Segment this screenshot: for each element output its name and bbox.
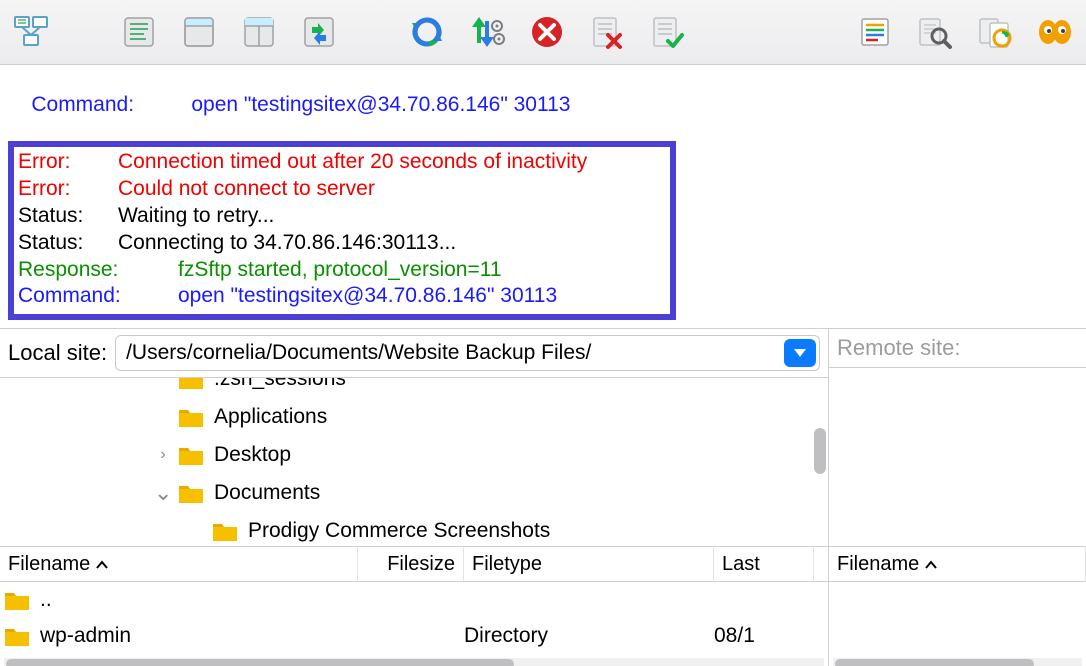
column-header[interactable]: Filename (829, 547, 1086, 581)
search-icon[interactable] (914, 11, 956, 53)
log-line: Command:open "testingsitex@34.70.86.146"… (18, 283, 666, 310)
local-pane: Local site: .zsh_sessions Applications › De… (0, 329, 829, 666)
toolbar (0, 0, 1086, 65)
folder-icon (212, 520, 238, 542)
toggle-queue-icon[interactable] (298, 11, 340, 53)
sort-asc-icon (925, 553, 937, 576)
log-line: Error:Could not connect to server (18, 176, 666, 203)
remote-list-header: Filename (829, 547, 1086, 582)
h-scrollbar[interactable] (833, 658, 1082, 666)
message-log: Command:open "testingsitex@34.70.86.146"… (0, 65, 1086, 328)
tree-item[interactable]: ⌄ Documents (0, 474, 828, 512)
tree-item[interactable]: Prodigy Commerce Screenshots (0, 512, 828, 547)
sort-asc-icon (96, 553, 108, 576)
log-highlight: Error:Connection timed out after 20 seco… (8, 141, 676, 320)
reconnect-icon[interactable] (646, 11, 688, 53)
local-site-bar: Local site: (0, 329, 828, 378)
sync-browse-icon[interactable] (1034, 11, 1076, 53)
log-line-prev: Command:open "testingsitex@34.70.86.146"… (8, 69, 1078, 141)
file-name: .. (40, 588, 52, 612)
tree-item[interactable]: Applications (0, 398, 828, 436)
folder-icon (178, 406, 204, 428)
log-line: Error:Connection timed out after 20 seco… (18, 149, 666, 176)
filter-icon[interactable] (854, 11, 896, 53)
remote-pane: Remote site: Filename (829, 329, 1086, 666)
file-type: Directory (464, 624, 714, 648)
toggle-log-icon[interactable] (118, 11, 160, 53)
log-line: Status:Connecting to 34.70.86.146:30113.… (18, 230, 666, 257)
toggle-local-tree-icon[interactable] (178, 11, 220, 53)
h-scrollbar[interactable] (4, 658, 824, 666)
tree-item-label: Documents (214, 481, 320, 505)
remote-site-bar: Remote site: (829, 329, 1086, 368)
local-site-label: Local site: (8, 340, 107, 366)
log-line: Response:fzSftp started, protocol_versio… (18, 257, 666, 284)
folder-icon (178, 378, 204, 390)
local-tree[interactable]: .zsh_sessions Applications › Desktop ⌄ Docume… (0, 378, 828, 547)
table-row[interactable]: wp-admin Directory08/1 (0, 618, 828, 654)
folder-icon (178, 482, 204, 504)
site-manager-icon[interactable] (10, 11, 52, 53)
remote-tree[interactable] (829, 368, 1086, 547)
tree-item-label: Prodigy Commerce Screenshots (248, 519, 550, 543)
column-header[interactable]: Filename (0, 547, 358, 581)
refresh-icon[interactable] (406, 11, 448, 53)
remote-site-label: Remote site: (837, 335, 961, 361)
folder-icon (4, 625, 30, 647)
column-header[interactable]: Last (714, 547, 814, 581)
dropdown-toggle-icon[interactable] (784, 339, 816, 367)
toggle-remote-tree-icon[interactable] (238, 11, 280, 53)
disconnect-icon[interactable] (586, 11, 628, 53)
tree-item-label: .zsh_sessions (214, 378, 346, 391)
local-list-header: FilenameFilesizeFiletypeLast (0, 547, 828, 582)
tree-item-label: Desktop (214, 443, 291, 467)
remote-file-list[interactable] (829, 582, 1086, 666)
column-header[interactable]: Filetype (464, 547, 714, 581)
tree-item-label: Applications (214, 405, 327, 429)
table-row[interactable]: .. (0, 582, 828, 618)
local-path-input[interactable] (116, 341, 784, 365)
process-queue-icon[interactable] (466, 11, 508, 53)
scrollbar-thumb[interactable] (814, 428, 826, 474)
chevron-down-icon[interactable]: ⌄ (154, 488, 172, 498)
file-date: 08/1 (714, 624, 814, 648)
chevron-right-icon[interactable]: › (154, 446, 172, 464)
cancel-icon[interactable] (526, 11, 568, 53)
compare-icon[interactable] (974, 11, 1016, 53)
local-path-combo[interactable] (115, 335, 820, 371)
folder-icon (4, 589, 30, 611)
folder-icon (178, 444, 204, 466)
file-name: wp-admin (40, 624, 131, 648)
tree-item[interactable]: › Desktop (0, 436, 828, 474)
tree-item[interactable]: .zsh_sessions (0, 378, 828, 398)
local-file-list[interactable]: .. wp-admin Directory08/1 (0, 582, 828, 666)
log-line: Status:Waiting to retry... (18, 203, 666, 230)
column-header[interactable]: Filesize (358, 547, 464, 581)
